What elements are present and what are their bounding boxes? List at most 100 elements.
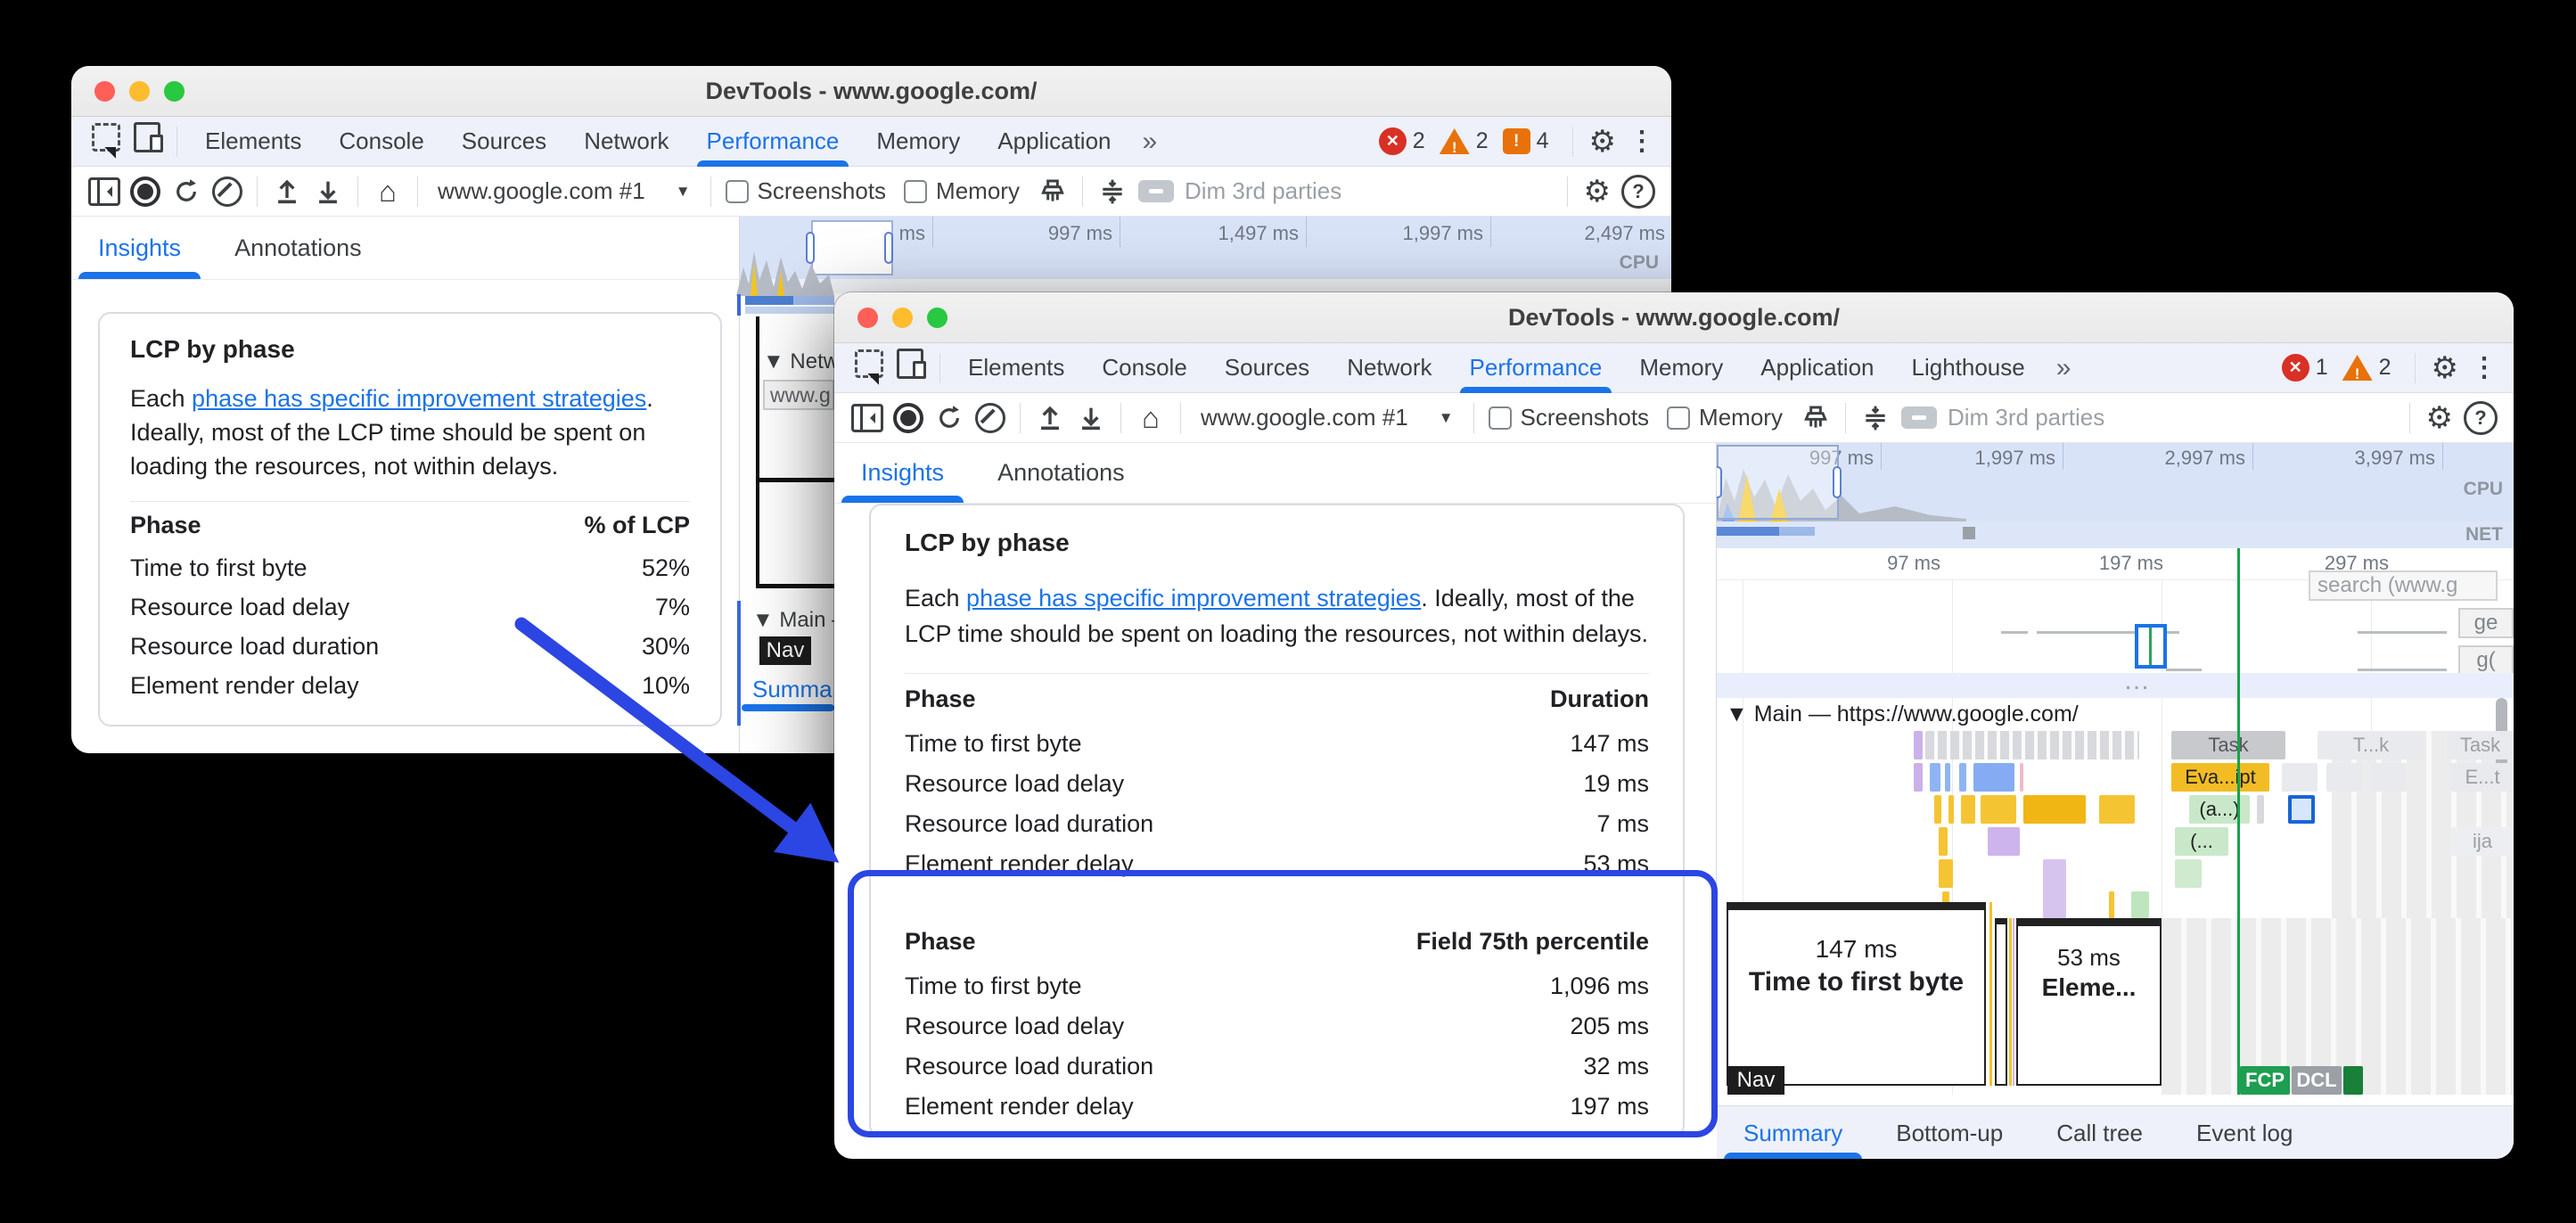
- tab-annotations[interactable]: Annotations: [992, 443, 1130, 503]
- front-overview-strip[interactable]: 997 ms 1,997 ms 2,997 ms 3,997 ms CPU: [1717, 443, 2514, 521]
- tab-network[interactable]: Network: [565, 117, 687, 166]
- main-track-header[interactable]: ▼ Main —: [752, 608, 834, 633]
- close-button[interactable]: [857, 308, 878, 328]
- inspect-element-icon[interactable]: [849, 343, 890, 384]
- inspect-element-icon[interactable]: [86, 117, 127, 158]
- tab-sources[interactable]: Sources: [443, 117, 565, 166]
- upload-profile-icon[interactable]: [267, 171, 308, 212]
- help-icon[interactable]: ?: [2460, 398, 2501, 439]
- network-track-header[interactable]: ▼ Netwo: [763, 349, 834, 374]
- capture-settings-gear-icon[interactable]: ⚙: [2419, 400, 2460, 436]
- ttfb-phase-box[interactable]: 147 ms Time to first byte: [1727, 902, 1986, 1086]
- collapse-tracks-icon[interactable]: [1092, 171, 1133, 212]
- collapsed-band[interactable]: …: [1717, 673, 2514, 698]
- tab-lighthouse[interactable]: Lighthouse: [1893, 343, 2044, 392]
- reload-record-icon[interactable]: [929, 398, 970, 439]
- flame-task-bar[interactable]: E...t: [2451, 763, 2514, 792]
- tab-insights[interactable]: Insights: [856, 443, 949, 503]
- flame-task-bar[interactable]: T...k: [2318, 731, 2424, 759]
- reload-record-icon[interactable]: [166, 171, 207, 212]
- screenshots-checkbox[interactable]: [726, 180, 749, 203]
- tab-performance[interactable]: Performance: [688, 117, 858, 166]
- error-badge-icon[interactable]: ✕: [1379, 127, 1407, 155]
- selected-flame-entry[interactable]: [2288, 795, 2315, 824]
- improvement-strategies-link[interactable]: phase has specific improvement strategie…: [966, 585, 1421, 612]
- tab-annotations[interactable]: Annotations: [229, 217, 367, 279]
- close-button[interactable]: [94, 81, 115, 102]
- tab-call-tree[interactable]: Call tree: [2051, 1106, 2148, 1159]
- tab-bottom-up[interactable]: Bottom-up: [1891, 1106, 2008, 1159]
- zoom-button[interactable]: [927, 308, 948, 328]
- clear-icon[interactable]: [207, 171, 248, 212]
- tab-elements[interactable]: Elements: [186, 117, 320, 166]
- flame-anon-bar[interactable]: (...: [2175, 827, 2228, 856]
- download-profile-icon[interactable]: [308, 171, 349, 212]
- tab-console[interactable]: Console: [320, 117, 442, 166]
- upload-profile-icon[interactable]: [1030, 398, 1071, 439]
- gc-brush-icon[interactable]: [1795, 398, 1836, 439]
- back-summary-tab[interactable]: Summa: [752, 676, 834, 703]
- flame-chart[interactable]: 97 ms 197 ms 297 ms search (www.g ge g( …: [1717, 548, 2514, 1105]
- more-tabs-icon[interactable]: »: [1130, 117, 1167, 166]
- settings-gear-icon[interactable]: ⚙: [1582, 124, 1623, 160]
- collapse-tracks-icon[interactable]: [1855, 398, 1896, 439]
- clear-icon[interactable]: [970, 398, 1011, 439]
- minimap-left-handle[interactable]: [1717, 466, 1722, 498]
- device-toolbar-icon[interactable]: [890, 343, 931, 384]
- help-icon[interactable]: ?: [1618, 171, 1659, 212]
- net-overview-strip[interactable]: NET: [1717, 521, 2514, 549]
- tab-summary[interactable]: Summary: [1738, 1106, 1848, 1159]
- warning-badge-icon[interactable]: !: [2342, 355, 2373, 381]
- record-icon[interactable]: [125, 171, 166, 212]
- flame-task-bar[interactable]: ija: [2451, 827, 2514, 856]
- issues-badge-icon[interactable]: !: [1503, 128, 1530, 154]
- dim-3rd-parties-toggle[interactable]: [1138, 180, 1174, 202]
- resource-delay-phase-box[interactable]: [1995, 918, 2007, 1086]
- network-request-chip[interactable]: g(: [2458, 645, 2514, 676]
- screenshots-checkbox[interactable]: [1489, 406, 1512, 430]
- flame-evaluate-bar[interactable]: Eva...ipt: [2171, 763, 2269, 792]
- customize-menu-icon[interactable]: ⋮: [2465, 352, 2514, 383]
- history-select[interactable]: www.google.com #1▼: [1190, 404, 1464, 431]
- customize-menu-icon[interactable]: ⋮: [1623, 126, 1671, 157]
- more-tabs-icon[interactable]: »: [2044, 343, 2080, 392]
- record-icon[interactable]: [888, 398, 929, 439]
- memory-checkbox[interactable]: [1667, 406, 1690, 430]
- home-icon[interactable]: ⌂: [1130, 398, 1171, 439]
- capture-settings-gear-icon[interactable]: ⚙: [1577, 174, 1618, 209]
- settings-gear-icon[interactable]: ⚙: [2424, 350, 2465, 386]
- render-delay-phase-box[interactable]: 53 ms Eleme...: [2016, 918, 2162, 1086]
- toggle-sidebar-icon[interactable]: [84, 171, 125, 212]
- expand-dots[interactable]: …: [2109, 666, 2166, 696]
- tab-event-log[interactable]: Event log: [2191, 1106, 2298, 1159]
- dim-3rd-parties-toggle[interactable]: [1901, 406, 1937, 429]
- memory-checkbox[interactable]: [904, 180, 927, 203]
- flame-anon-bar[interactable]: (a...): [2189, 795, 2250, 824]
- tab-performance[interactable]: Performance: [1451, 343, 1621, 392]
- minimap-right-handle[interactable]: [884, 232, 893, 264]
- network-request-chip[interactable]: www.g: [763, 380, 834, 410]
- error-badge-icon[interactable]: ✕: [2282, 354, 2309, 382]
- minimize-button[interactable]: [892, 308, 913, 328]
- flame-task-bar[interactable]: Task: [2171, 731, 2285, 759]
- tab-memory[interactable]: Memory: [1620, 343, 1742, 392]
- device-toolbar-icon[interactable]: [127, 117, 168, 158]
- zoom-button[interactable]: [164, 81, 185, 102]
- tab-application[interactable]: Application: [1742, 343, 1892, 392]
- minimap-right-handle[interactable]: [1833, 466, 1842, 498]
- minimap-selection[interactable]: [1717, 445, 1839, 520]
- download-profile-icon[interactable]: [1071, 398, 1112, 439]
- warning-badge-icon[interactable]: !: [1440, 128, 1470, 154]
- gc-brush-icon[interactable]: [1032, 171, 1073, 212]
- tab-network[interactable]: Network: [1328, 343, 1450, 392]
- flame-task-bar[interactable]: Task: [2447, 731, 2514, 759]
- main-track-header[interactable]: ▼ Main — https://www.google.com/: [1726, 702, 2079, 727]
- tab-application[interactable]: Application: [979, 117, 1129, 166]
- network-request-label[interactable]: search (www.g: [2309, 570, 2498, 601]
- tab-insights[interactable]: Insights: [93, 217, 186, 279]
- tab-elements[interactable]: Elements: [949, 343, 1083, 392]
- minimize-button[interactable]: [129, 81, 150, 102]
- selected-network-request[interactable]: [2135, 624, 2167, 669]
- home-icon[interactable]: ⌂: [367, 171, 408, 212]
- toggle-sidebar-icon[interactable]: [847, 398, 888, 439]
